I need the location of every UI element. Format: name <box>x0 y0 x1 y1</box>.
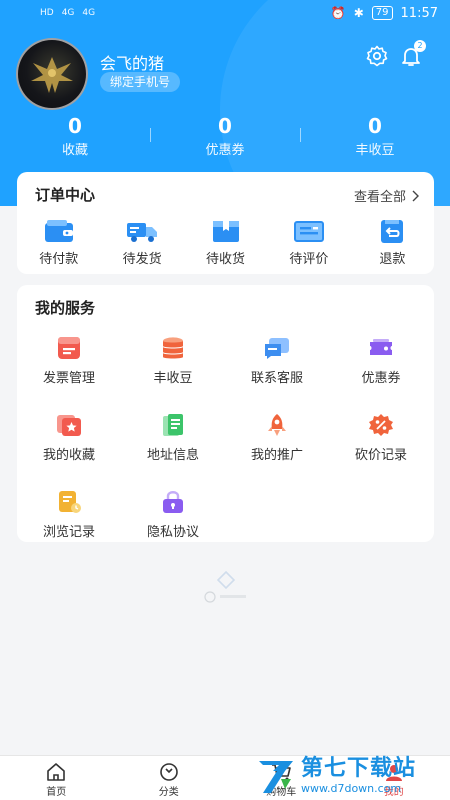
service-address[interactable]: 地址信息 <box>121 412 225 463</box>
stat-value: 0 <box>68 114 82 138</box>
clock: 11:57 <box>400 5 438 21</box>
favorite-icon <box>57 415 81 436</box>
network-4g-indicator-2: 4G <box>82 8 96 18</box>
order-label: 待发货 <box>122 252 162 267</box>
service-label: 我的收藏 <box>42 448 95 463</box>
notification-badge: 2 <box>414 40 426 52</box>
service-harvest-beans[interactable]: 丰收豆 <box>121 335 225 386</box>
review-icon <box>293 221 324 242</box>
stat-coupons[interactable]: 0 优惠券 <box>150 112 300 168</box>
stat-label: 优惠券 <box>205 143 245 158</box>
order-pending-payment[interactable]: 待付款 <box>17 218 100 267</box>
stats-row: 0 收藏 0 优惠券 0 丰收豆 <box>0 112 450 168</box>
order-pending-review[interactable]: 待评价 <box>267 218 350 267</box>
watermark-url: www.d7down.com <box>301 782 402 795</box>
stat-label: 收藏 <box>61 143 88 158</box>
nav-label: 首页 <box>46 787 67 798</box>
status-indicators: HD 4G 4G <box>40 8 95 18</box>
chat-icon <box>265 338 289 359</box>
order-label: 待收货 <box>206 252 246 267</box>
service-label: 地址信息 <box>146 448 199 463</box>
stat-label: 丰收豆 <box>355 143 395 158</box>
service-label: 隐私协议 <box>146 525 199 540</box>
rocket-icon <box>268 414 286 436</box>
service-promotion[interactable]: 我的推广 <box>225 412 329 463</box>
service-label: 发票管理 <box>42 371 95 386</box>
service-favorites[interactable]: 我的收藏 <box>17 412 121 463</box>
bluetooth-icon: ✱ <box>353 6 364 20</box>
service-label: 联系客服 <box>250 371 303 386</box>
view-all-label: 查看全部 <box>353 190 406 205</box>
battery-indicator: 79 <box>371 6 393 20</box>
settings-button[interactable] <box>365 44 389 68</box>
service-bargain-records[interactable]: 砍价记录 <box>329 412 433 463</box>
hd-indicator: HD <box>40 8 54 18</box>
order-refund[interactable]: 退款 <box>351 218 434 267</box>
services-grid: 发票管理 丰收豆 联系客服 优惠券 我的收藏 地址信息 我的推广 砍价记录 浏览… <box>17 335 434 540</box>
order-label: 待付款 <box>39 252 79 267</box>
app-watermark-logo <box>196 570 256 606</box>
service-invoice[interactable]: 发票管理 <box>17 335 121 386</box>
category-icon <box>159 763 178 781</box>
services-title: 我的服务 <box>35 299 96 317</box>
order-center-card: 订单中心 查看全部 待付款 待发货 待收货 待评价 退款 <box>17 172 434 274</box>
truck-icon <box>127 223 158 242</box>
site-watermark: 第七下载站 www.d7down.com <box>255 752 450 800</box>
refund-icon <box>381 220 404 243</box>
alarm-icon: ⏰ <box>330 6 346 20</box>
avatar[interactable] <box>16 38 88 110</box>
services-card: 我的服务 发票管理 丰收豆 联系客服 优惠券 我的收藏 地址信息 我的推广 砍价… <box>17 285 434 542</box>
service-label: 我的推广 <box>250 448 303 463</box>
gear-icon <box>366 45 388 67</box>
address-icon <box>163 414 183 436</box>
order-pending-receipt[interactable]: 待收货 <box>184 218 267 267</box>
service-customer-support[interactable]: 联系客服 <box>225 335 329 386</box>
notification-button[interactable]: 2 <box>399 40 426 68</box>
lock-icon <box>163 491 183 513</box>
nav-category[interactable]: 分类 <box>113 756 226 800</box>
chevron-right-icon <box>412 190 419 201</box>
nav-home[interactable]: 首页 <box>0 756 113 800</box>
watermark-title: 第七下载站 <box>301 756 417 781</box>
network-4g-indicator: 4G <box>61 8 75 18</box>
nav-label: 分类 <box>158 787 179 798</box>
discount-icon <box>369 414 393 436</box>
order-label: 退款 <box>379 252 406 267</box>
bind-phone-button[interactable]: 绑定手机号 <box>100 72 181 92</box>
home-icon <box>47 763 66 781</box>
service-label: 丰收豆 <box>153 371 193 386</box>
service-label: 砍价记录 <box>354 448 407 463</box>
view-all-orders-link[interactable]: 查看全部 <box>354 186 420 205</box>
stat-value: 0 <box>218 114 232 138</box>
service-browsing-history[interactable]: 浏览记录 <box>17 489 121 540</box>
service-privacy-policy[interactable]: 隐私协议 <box>121 489 225 540</box>
diamond-logo-icon <box>204 570 246 603</box>
service-label: 浏览记录 <box>42 525 95 540</box>
username: 会飞的猪 <box>100 54 165 73</box>
coupon-icon <box>370 339 392 355</box>
number-seven-logo-icon <box>259 761 293 793</box>
status-bar: HD 4G 4G ⏰ ✱ 79 11:57 <box>0 0 450 26</box>
eagle-avatar-icon <box>31 57 73 93</box>
order-center-title: 订单中心 <box>35 186 96 204</box>
order-pending-shipment[interactable]: 待发货 <box>100 218 183 267</box>
order-label: 待评价 <box>289 252 329 267</box>
stat-harvest-beans[interactable]: 0 丰收豆 <box>300 112 450 168</box>
invoice-icon <box>58 337 80 359</box>
order-status-row: 待付款 待发货 待收货 待评价 退款 <box>17 218 434 267</box>
wallet-icon <box>44 220 73 242</box>
stat-favorites[interactable]: 0 收藏 <box>0 112 150 168</box>
box-icon <box>212 221 239 242</box>
coin-stack-icon <box>163 337 183 359</box>
history-icon <box>59 491 81 513</box>
service-coupons[interactable]: 优惠券 <box>329 335 433 386</box>
service-label: 优惠券 <box>361 371 401 386</box>
stat-value: 0 <box>368 114 382 138</box>
